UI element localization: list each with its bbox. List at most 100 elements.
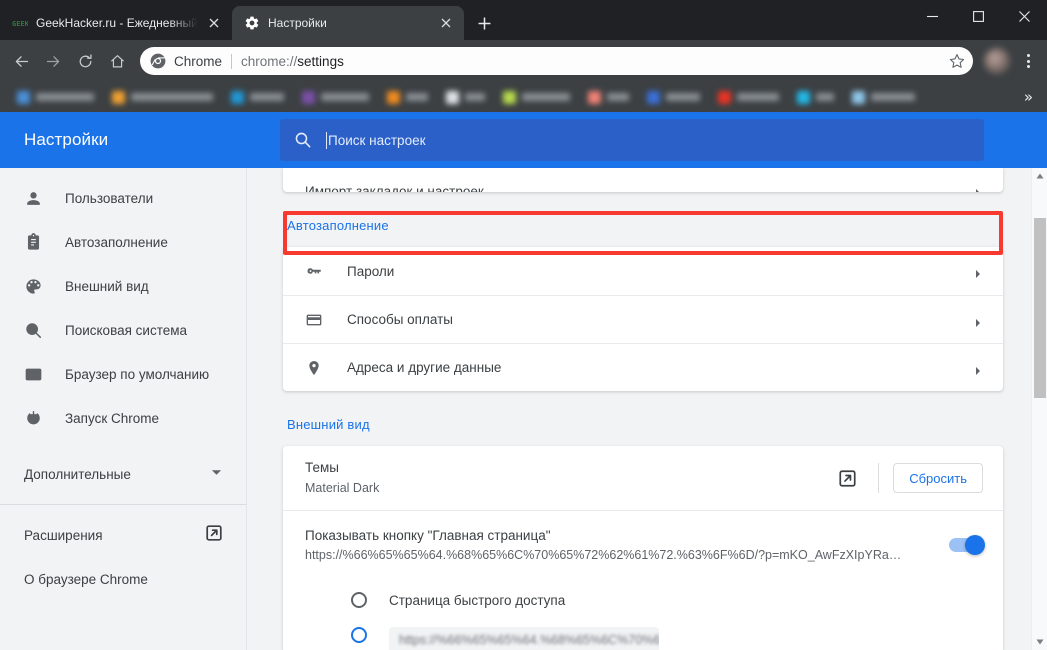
- person-icon: [24, 189, 43, 208]
- home-button-title: Показывать кнопку "Главная страница": [305, 525, 929, 546]
- sidebar-divider: [0, 504, 246, 505]
- bookmark-label: [871, 93, 915, 101]
- radio-button[interactable]: [351, 627, 367, 643]
- radio-row-custom-url[interactable]: https://%66%65%65%64.%68%65%6C%70%65%72: [283, 621, 1003, 650]
- bookmark-favicon: [852, 91, 865, 104]
- row-payment-methods[interactable]: Способы оплаты: [283, 295, 1003, 343]
- home-icon[interactable]: [102, 46, 132, 76]
- bookmark-item[interactable]: [437, 91, 494, 104]
- close-button[interactable]: [1001, 0, 1047, 32]
- bookmark-favicon: [302, 91, 315, 104]
- sidebar-item-search-engine[interactable]: Поисковая система: [0, 308, 246, 352]
- settings-page: Настройки Поиск настроек Пользователи: [0, 112, 1047, 650]
- sidebar-item-label: Автозаполнение: [65, 235, 168, 250]
- url-prefix: chrome://: [241, 54, 297, 69]
- back-icon[interactable]: [6, 46, 36, 76]
- bookmark-label: [522, 93, 570, 101]
- avatar[interactable]: [984, 48, 1010, 74]
- bookmark-item[interactable]: [843, 91, 924, 104]
- card-autofill: Пароли Способы оплаты: [283, 247, 1003, 391]
- card-appearance: Темы Material Dark Сбросить Показыв: [283, 446, 1003, 650]
- bookmark-item[interactable]: [638, 91, 709, 104]
- bookmark-label: [131, 93, 213, 101]
- bookmark-item[interactable]: [103, 91, 222, 104]
- tab-title: Настройки: [268, 16, 430, 30]
- bookmark-item[interactable]: [709, 91, 788, 104]
- bookmarks-overflow-icon[interactable]: »: [1024, 90, 1039, 105]
- bookmark-item[interactable]: [378, 91, 437, 104]
- radio-row-new-tab-page[interactable]: Страница быстрого доступа: [283, 579, 1003, 621]
- tab-title: GeekHacker.ru - Ежедневный жу: [36, 16, 198, 30]
- row-addresses[interactable]: Адреса и другие данные: [283, 343, 1003, 391]
- search-icon: [24, 321, 43, 340]
- chrome-menu-icon[interactable]: [1015, 46, 1041, 76]
- sidebar-item-startup[interactable]: Запуск Chrome: [0, 396, 246, 440]
- bookmark-item[interactable]: [788, 91, 843, 104]
- tab-settings[interactable]: Настройки: [232, 6, 464, 40]
- bookmark-favicon: [17, 91, 30, 104]
- maximize-button[interactable]: [955, 0, 1001, 32]
- sidebar-item-label: Внешний вид: [65, 279, 149, 294]
- close-icon[interactable]: [438, 15, 454, 31]
- sidebar-item-autofill[interactable]: Автозаполнение: [0, 220, 246, 264]
- reload-icon[interactable]: [70, 46, 100, 76]
- sidebar-item-people[interactable]: Пользователи: [0, 176, 246, 220]
- bookmark-label: [321, 93, 369, 101]
- browser-window-icon: [24, 365, 43, 384]
- chevron-right-icon: [973, 185, 983, 192]
- scroll-down-arrow-icon[interactable]: [1032, 634, 1047, 650]
- custom-home-url-input[interactable]: https://%66%65%65%64.%68%65%6C%70%65%72: [389, 627, 659, 650]
- sidebar-item-advanced[interactable]: Дополнительные: [0, 452, 246, 496]
- external-link-icon: [839, 470, 856, 487]
- chevron-right-icon: [973, 315, 983, 325]
- sidebar-advanced-label: Дополнительные: [24, 467, 211, 482]
- scrollbar-thumb[interactable]: [1034, 218, 1046, 398]
- row-themes[interactable]: Темы Material Dark Сбросить: [283, 446, 1003, 510]
- bookmark-favicon: [503, 91, 516, 104]
- reset-theme-button[interactable]: Сбросить: [893, 463, 983, 493]
- sidebar-item-about[interactable]: О браузере Chrome: [0, 557, 246, 601]
- home-button-toggle[interactable]: [949, 538, 983, 552]
- new-tab-button[interactable]: [470, 9, 498, 37]
- omnibox-chip: Chrome: [174, 54, 222, 69]
- row-show-home-button[interactable]: Показывать кнопку "Главная страница" htt…: [283, 510, 1003, 579]
- bookmark-favicon: [231, 91, 244, 104]
- bookmark-favicon: [446, 91, 459, 104]
- forward-icon[interactable]: [38, 46, 68, 76]
- clipboard-icon: [24, 233, 43, 252]
- bookmark-label: [250, 93, 284, 101]
- scroll-up-arrow-icon[interactable]: [1032, 168, 1047, 184]
- chevron-right-icon: [973, 363, 983, 373]
- card-import-bookmarks: Импорт закладок и настроек: [283, 168, 1003, 192]
- bookmark-item[interactable]: [293, 91, 378, 104]
- sidebar-item-appearance[interactable]: Внешний вид: [0, 264, 246, 308]
- bookmark-label: [816, 93, 834, 101]
- address-bar[interactable]: Chrome chrome://settings: [140, 47, 973, 75]
- open-webstore-button[interactable]: [830, 470, 864, 487]
- minimize-button[interactable]: [909, 0, 955, 32]
- sidebar-item-extensions[interactable]: Расширения: [0, 513, 246, 557]
- sidebar-item-default-browser[interactable]: Браузер по умолчанию: [0, 352, 246, 396]
- close-icon[interactable]: [206, 15, 222, 31]
- bookmark-item[interactable]: [222, 91, 293, 104]
- theme-title: Темы: [305, 458, 830, 478]
- omnibox-url: chrome://settings: [241, 54, 947, 69]
- bookmark-item[interactable]: [579, 91, 638, 104]
- home-button-url: https://%66%65%65%64.%68%65%6C%70%65%72%…: [305, 546, 929, 565]
- bookmark-label: [36, 93, 94, 101]
- row-passwords[interactable]: Пароли: [283, 247, 1003, 295]
- vertical-scrollbar[interactable]: [1031, 168, 1047, 650]
- tab-geekhacker[interactable]: GEEK GeekHacker.ru - Ежедневный жу: [0, 6, 232, 40]
- row-label: Пароли: [325, 264, 973, 279]
- sidebar-item-label: Пользователи: [65, 191, 153, 206]
- bookmark-star-icon[interactable]: [947, 51, 967, 71]
- content-inner: Импорт закладок и настроек Автозаполнени…: [283, 168, 1039, 650]
- page-title: Настройки: [0, 130, 280, 150]
- search-input[interactable]: Поиск настроек: [280, 119, 984, 161]
- row-import-bookmarks[interactable]: Импорт закладок и настроек: [283, 168, 1003, 192]
- bookmark-item[interactable]: [8, 91, 103, 104]
- theme-value: Material Dark: [305, 478, 830, 498]
- sidebar-about-label: О браузере Chrome: [24, 572, 148, 587]
- bookmark-item[interactable]: [494, 91, 579, 104]
- radio-button[interactable]: [351, 592, 367, 608]
